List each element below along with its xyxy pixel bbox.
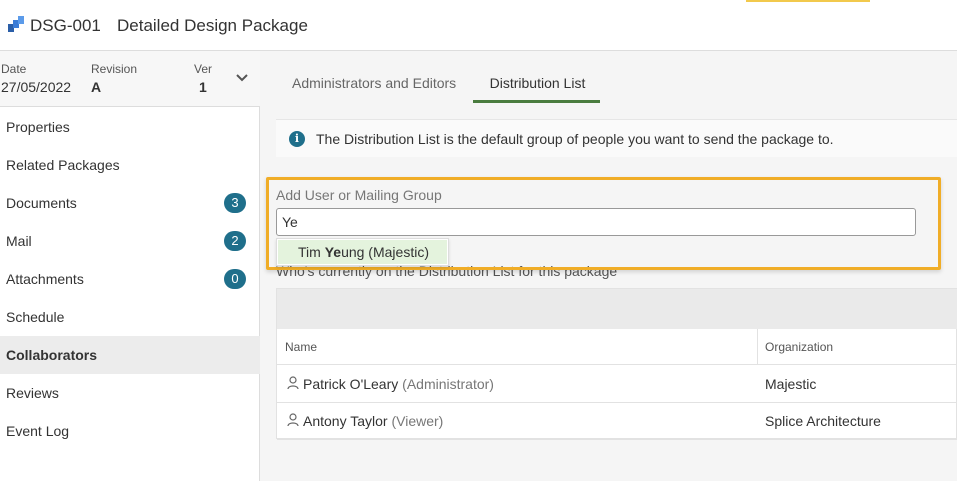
suggestion-match: Ye (324, 244, 342, 260)
add-user-input[interactable] (276, 208, 916, 236)
page-title: Detailed Design Package (117, 16, 308, 35)
date-label: Date (1, 62, 27, 76)
collaborator-role: (Viewer) (391, 413, 444, 429)
top-bar: DSG-001 Detailed Design Package (0, 0, 957, 51)
sidebar-item-attachments[interactable]: Attachments 0 (0, 260, 260, 298)
main-content: Administrators and Editors Distribution … (261, 51, 957, 481)
package-meta: Date 27/05/2022 Revision A Ver 1 (0, 51, 260, 107)
column-header-name[interactable]: Name (285, 340, 317, 354)
sidebar-item-reviews[interactable]: Reviews (0, 374, 260, 412)
version-label: Ver (194, 62, 213, 76)
column-header-organization[interactable]: Organization (765, 340, 833, 354)
date-value: 27/05/2022 (1, 79, 72, 95)
collaborator-name: Patrick O'Leary (Administrator) (303, 376, 494, 392)
person-icon (287, 413, 299, 427)
info-icon: i (289, 131, 305, 147)
sidebar-item-documents[interactable]: Documents 3 (0, 184, 260, 222)
sidebar-item-collaborators[interactable]: Collaborators (0, 336, 260, 374)
sidebar-item-label: Collaborators (6, 347, 98, 363)
info-banner: i The Distribution List is the default g… (276, 119, 957, 157)
sidebar-item-label: Event Log (6, 423, 70, 439)
table-header: Name Organization (277, 329, 957, 365)
sidebar-nav: Properties Related Packages Documents 3 M… (0, 108, 260, 450)
top-accent-bar (746, 0, 870, 2)
tab-distribution-list[interactable]: Distribution List (473, 75, 600, 103)
tab-administrators-editors[interactable]: Administrators and Editors (292, 75, 456, 103)
table-row[interactable]: Antony Taylor (Viewer) Splice Architectu… (277, 403, 957, 440)
suggestion-suffix: ung (Majestic) (341, 244, 429, 260)
sidebar-item-label: Documents (6, 195, 77, 211)
collaborator-organization: Splice Architecture (765, 413, 881, 429)
collaborator-name-text: Patrick O'Leary (303, 376, 399, 392)
sidebar-item-label: Reviews (6, 385, 59, 401)
sidebar-item-label: Mail (6, 233, 32, 249)
info-text: The Distribution List is the default gro… (316, 131, 834, 147)
suggestion-option[interactable]: Tim Yeung (Majestic) (278, 240, 447, 264)
suggestion-prefix: Tim (298, 244, 325, 260)
count-badge: 0 (224, 269, 246, 289)
count-badge: 3 (224, 193, 246, 213)
sidebar-item-schedule[interactable]: Schedule (0, 298, 260, 336)
tab-bar: Administrators and Editors Distribution … (261, 51, 957, 103)
table-toolbar (277, 289, 957, 329)
sidebar-item-label: Attachments (6, 271, 84, 287)
column-divider (757, 329, 758, 365)
add-user-label: Add User or Mailing Group (276, 187, 442, 203)
suggestion-dropdown: Tim Yeung (Majestic) (276, 238, 449, 266)
count-badge: 2 (224, 231, 246, 251)
package-icon (8, 16, 24, 32)
sidebar-item-properties[interactable]: Properties (0, 108, 260, 146)
person-icon (287, 376, 299, 390)
sidebar-item-label: Related Packages (6, 157, 120, 173)
sidebar-item-label: Properties (6, 119, 70, 135)
table-row[interactable]: Patrick O'Leary (Administrator) Majestic (277, 366, 957, 403)
revision-label: Revision (91, 62, 138, 76)
sidebar-item-event-log[interactable]: Event Log (0, 412, 260, 450)
sidebar-item-related-packages[interactable]: Related Packages (0, 146, 260, 184)
collaborator-organization: Majestic (765, 376, 817, 392)
collaborator-name-text: Antony Taylor (303, 413, 388, 429)
package-code: DSG-001 (30, 16, 101, 35)
sidebar: Date 27/05/2022 Revision A Ver 1 Propert… (0, 51, 260, 481)
collaborator-name: Antony Taylor (Viewer) (303, 413, 443, 429)
sidebar-item-mail[interactable]: Mail 2 (0, 222, 260, 260)
version-value: 1 (199, 79, 207, 95)
sidebar-item-label: Schedule (6, 309, 65, 325)
revision-value: A (91, 79, 102, 95)
chevron-down-icon[interactable] (235, 73, 249, 83)
distribution-table: Name Organization Patrick O'Leary (Admin… (276, 288, 957, 440)
collaborator-role: (Administrator) (402, 376, 494, 392)
